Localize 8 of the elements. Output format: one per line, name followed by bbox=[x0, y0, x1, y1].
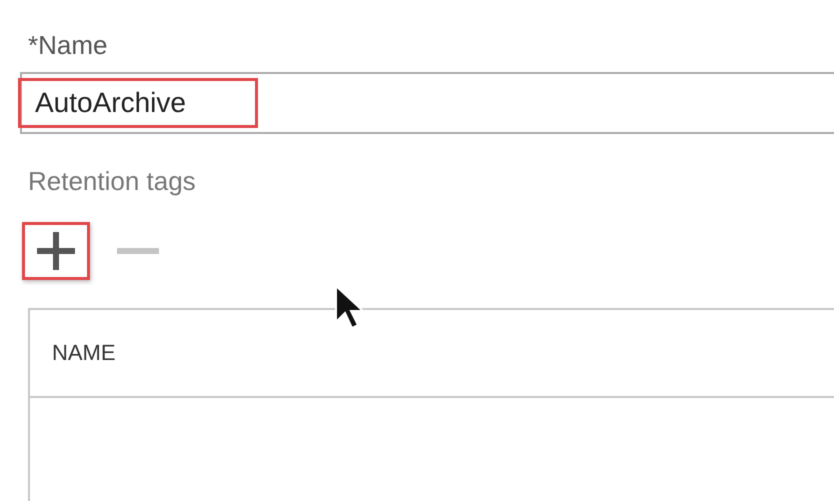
highlighted-value[interactable]: AutoArchive bbox=[18, 78, 258, 128]
field-label: *Name bbox=[28, 29, 108, 62]
add-button[interactable] bbox=[22, 222, 90, 280]
minus-icon bbox=[117, 248, 159, 254]
column-header[interactable]: NAME bbox=[52, 340, 116, 366]
name-field[interactable]: AutoArchive bbox=[20, 72, 834, 134]
plus-icon bbox=[35, 230, 77, 272]
section-label: Retention tags bbox=[28, 165, 197, 198]
